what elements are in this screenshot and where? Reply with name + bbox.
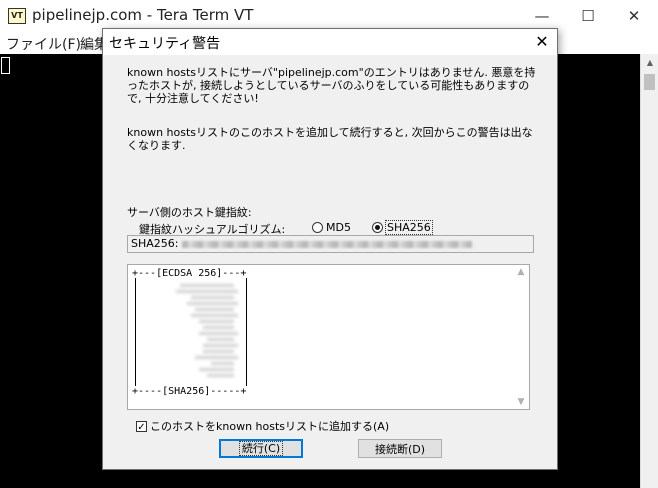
scroll-up-arrow-icon[interactable]: ▲ bbox=[641, 54, 658, 71]
add-known-hosts-checkbox[interactable]: ✓ bbox=[136, 420, 147, 433]
security-warning-dialog: セキュリティ警告 ✕ known hostsリストにサーバ"pipelinejp… bbox=[102, 28, 558, 470]
continue-button-label[interactable]: 続行(C) bbox=[238, 441, 284, 456]
fingerprint-label: サーバ側のホスト鍵指紋: bbox=[127, 206, 252, 219]
radio-sha256-label[interactable]: SHA256 bbox=[385, 220, 433, 235]
scrollbar-thumb[interactable] bbox=[644, 74, 655, 90]
radio-sha256-circle[interactable] bbox=[372, 222, 383, 233]
add-known-hosts-label[interactable]: このホストをknown hostsリストに追加する(A) bbox=[150, 418, 389, 434]
randomart-right-border bbox=[246, 278, 247, 386]
dialog-title: セキュリティ警告 bbox=[109, 36, 221, 52]
maximize-button[interactable]: ☐ bbox=[565, 2, 611, 30]
close-window-button[interactable]: ✕ bbox=[611, 2, 657, 30]
chevron-up-icon[interactable]: ▲ bbox=[513, 267, 529, 277]
radio-md5-label[interactable]: MD5 bbox=[326, 221, 351, 234]
window-title: pipelinejp.com - Tera Term VT bbox=[32, 6, 254, 24]
chevron-down-icon[interactable]: ▼ bbox=[513, 397, 529, 407]
randomart-scrollbar[interactable]: ▲ ▼ bbox=[513, 265, 529, 409]
radio-sha256[interactable]: SHA256 bbox=[372, 220, 433, 235]
info-message: known hostsリストのこのホストを追加して続行すると, 次回からこの警告… bbox=[127, 126, 533, 152]
fingerprint-field[interactable]: SHA256: bbox=[127, 235, 534, 253]
hash-algorithm-row: 鍵指紋ハッシュアルゴリズム: MD5 SHA256 bbox=[139, 220, 539, 236]
add-known-hosts-checkbox-row[interactable]: ✓ このホストをknown hostsリストに追加する(A) bbox=[136, 419, 389, 433]
terminal-cursor bbox=[1, 57, 10, 74]
randomart-bottom-line: +----[SHA256]-----+ bbox=[132, 386, 247, 397]
radio-md5[interactable]: MD5 bbox=[312, 221, 351, 234]
radio-md5-circle[interactable] bbox=[312, 222, 323, 233]
randomart-top-line: +---[ECDSA 256]---+ bbox=[132, 268, 247, 279]
dialog-close-button[interactable]: ✕ bbox=[527, 29, 557, 55]
randomart-redacted bbox=[164, 281, 242, 383]
terminal-scrollbar[interactable]: ▲ bbox=[640, 54, 658, 488]
continue-button[interactable]: 続行(C) bbox=[219, 439, 303, 458]
menu-file[interactable]: ファイル(F) bbox=[6, 34, 81, 54]
teraterm-app-icon: VT bbox=[8, 8, 26, 24]
randomart-left-border bbox=[135, 278, 136, 386]
randomart-field[interactable]: +---[ECDSA 256]---+ +----[SHA256]-----+ … bbox=[127, 264, 530, 410]
disconnect-button[interactable]: 接続断(D) bbox=[358, 439, 442, 458]
fingerprint-value-redacted bbox=[182, 240, 473, 248]
dialog-titlebar: セキュリティ警告 ✕ bbox=[103, 29, 557, 55]
minimize-button[interactable]: — bbox=[519, 2, 565, 30]
fingerprint-prefix: SHA256: bbox=[131, 237, 179, 250]
warning-message: known hostsリストにサーバ"pipelinejp.com"のエントリは… bbox=[127, 66, 536, 105]
